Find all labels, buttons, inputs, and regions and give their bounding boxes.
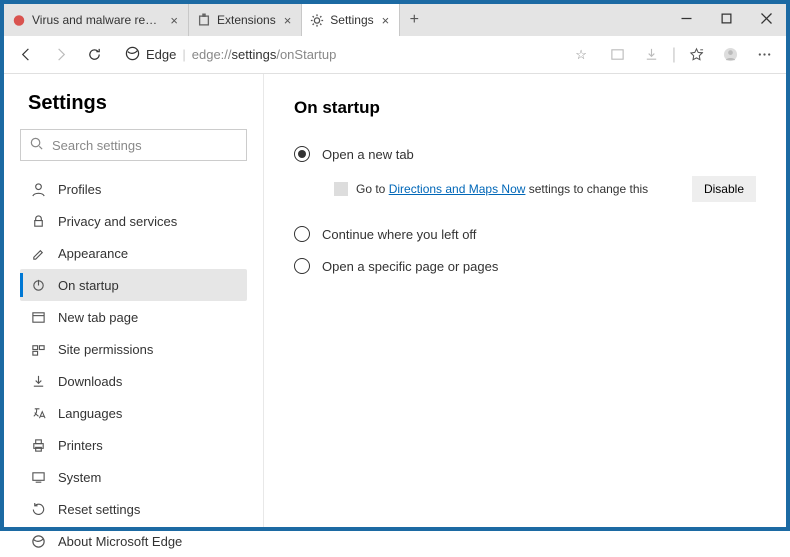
address-url: edge://settings/onStartup	[192, 47, 337, 62]
radio-unchecked-icon	[294, 258, 310, 274]
disable-button[interactable]: Disable	[692, 176, 756, 202]
download-icon	[30, 373, 46, 389]
forward-button[interactable]	[44, 39, 76, 71]
back-button[interactable]	[10, 39, 42, 71]
radio-checked-icon	[294, 146, 310, 162]
tab-title: Extensions	[217, 13, 276, 27]
extensions-icon	[197, 13, 211, 27]
window-controls	[666, 4, 786, 36]
main-panel: On startup Open a new tab Go to Directio…	[264, 74, 786, 527]
minimize-button[interactable]	[666, 4, 706, 32]
close-icon[interactable]: ×	[380, 13, 392, 28]
newtab-icon	[30, 309, 46, 325]
tab-extensions[interactable]: Extensions ×	[189, 4, 302, 36]
sidebar-item-newtab[interactable]: New tab page	[20, 301, 247, 333]
search-icon	[29, 136, 44, 154]
edge-icon	[125, 46, 140, 64]
option-open-new-tab[interactable]: Open a new tab	[294, 138, 756, 170]
search-placeholder: Search settings	[52, 138, 142, 153]
gear-icon	[310, 13, 324, 27]
address-text: Edge | edge://settings/onStartup	[125, 46, 567, 64]
sidebar-item-permissions[interactable]: Site permissions	[20, 333, 247, 365]
sidebar-title: Settings	[28, 92, 247, 115]
content: Settings Search settings Profiles Privac…	[4, 74, 786, 527]
override-text: Go to Directions and Maps Now settings t…	[356, 182, 648, 196]
power-icon	[30, 277, 46, 293]
edge-icon	[30, 533, 46, 549]
nav-label: On startup	[58, 278, 119, 293]
toolbar-separator: |	[672, 46, 676, 64]
radio-unchecked-icon	[294, 226, 310, 242]
tab-strip: Virus and malware removal instr… × Exten…	[4, 4, 428, 36]
titlebar: Virus and malware removal instr… × Exten…	[4, 4, 786, 36]
nav-label: Profiles	[58, 182, 101, 197]
sidebar-item-onstartup[interactable]: On startup	[20, 269, 247, 301]
favorite-icon[interactable]: ☆	[575, 47, 587, 63]
tab-favicon	[12, 13, 26, 27]
reset-icon	[30, 501, 46, 517]
sidebar-item-system[interactable]: System	[20, 461, 247, 493]
more-menu-button[interactable]	[748, 39, 780, 71]
nav-label: Languages	[58, 406, 122, 421]
close-icon[interactable]: ×	[168, 13, 180, 28]
sidebar-item-languages[interactable]: Languages	[20, 397, 247, 429]
sidebar-item-privacy[interactable]: Privacy and services	[20, 205, 247, 237]
nav-label: Printers	[58, 438, 103, 453]
sidebar-item-appearance[interactable]: Appearance	[20, 237, 247, 269]
languages-icon	[30, 405, 46, 421]
toolbar: Edge | edge://settings/onStartup ☆ |	[4, 36, 786, 74]
option-label: Open a specific page or pages	[322, 259, 498, 274]
extension-link[interactable]: Directions and Maps Now	[389, 182, 526, 196]
close-icon[interactable]: ×	[282, 13, 294, 28]
option-specific-pages[interactable]: Open a specific page or pages	[294, 250, 756, 282]
close-window-button[interactable]	[746, 4, 786, 32]
refresh-button[interactable]	[78, 39, 110, 71]
maximize-button[interactable]	[706, 4, 746, 32]
nav-label: Downloads	[58, 374, 122, 389]
address-app: Edge	[146, 47, 176, 62]
option-label: Continue where you left off	[322, 227, 476, 242]
sidebar-item-downloads[interactable]: Downloads	[20, 365, 247, 397]
tab-title: Settings	[330, 13, 373, 27]
option-continue[interactable]: Continue where you left off	[294, 218, 756, 250]
system-icon	[30, 469, 46, 485]
new-tab-button[interactable]: +	[400, 4, 428, 36]
profile-icon[interactable]	[714, 39, 746, 71]
search-input[interactable]: Search settings	[20, 129, 247, 161]
permissions-icon	[30, 341, 46, 357]
nav-label: Appearance	[58, 246, 128, 261]
sidebar-item-about[interactable]: About Microsoft Edge	[20, 525, 247, 557]
address-bar[interactable]: Edge | edge://settings/onStartup ☆	[116, 41, 596, 69]
nav-label: New tab page	[58, 310, 138, 325]
printer-icon	[30, 437, 46, 453]
downloads-icon[interactable]	[636, 39, 668, 71]
sidebar: Settings Search settings Profiles Privac…	[4, 74, 264, 527]
sidebar-item-profiles[interactable]: Profiles	[20, 173, 247, 205]
nav-label: About Microsoft Edge	[58, 534, 182, 549]
profile-icon	[30, 181, 46, 197]
nav-label: Reset settings	[58, 502, 140, 517]
nav-list: Profiles Privacy and services Appearance…	[20, 173, 247, 557]
appearance-icon	[30, 245, 46, 261]
sidebar-item-printers[interactable]: Printers	[20, 429, 247, 461]
tab-settings[interactable]: Settings ×	[302, 4, 400, 36]
nav-label: Site permissions	[58, 342, 153, 357]
page-heading: On startup	[294, 98, 756, 118]
extension-override-row: Go to Directions and Maps Now settings t…	[294, 170, 756, 218]
tab-virus-removal[interactable]: Virus and malware removal instr… ×	[4, 4, 189, 36]
sidebar-item-reset[interactable]: Reset settings	[20, 493, 247, 525]
tab-title: Virus and malware removal instr…	[32, 13, 162, 27]
reading-icon[interactable]	[602, 39, 634, 71]
option-label: Open a new tab	[322, 147, 414, 162]
favorites-icon[interactable]	[680, 39, 712, 71]
nav-label: System	[58, 470, 101, 485]
lock-icon	[30, 213, 46, 229]
extension-favicon	[334, 182, 348, 196]
nav-label: Privacy and services	[58, 214, 177, 229]
address-separator: |	[182, 47, 185, 62]
